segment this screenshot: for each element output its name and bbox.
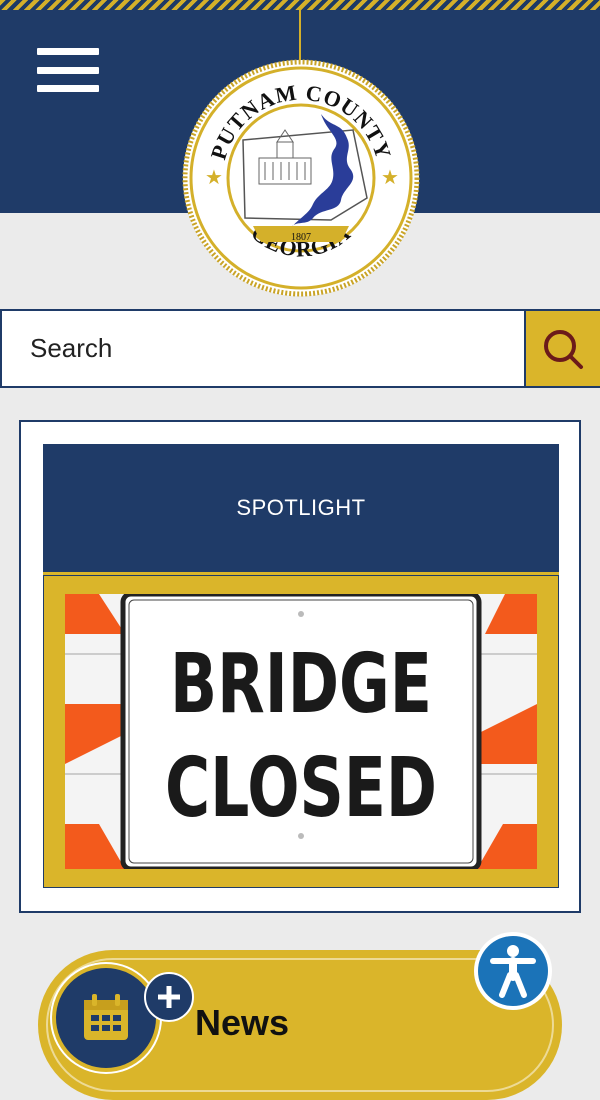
spotlight-heading: SPOTLIGHT [43, 444, 559, 575]
news-label: News [195, 1002, 290, 1043]
sign-text-bridge: BRIDGE [170, 637, 432, 732]
search-bar [0, 309, 600, 388]
top-decorative-stripe [0, 0, 600, 10]
news-icon-circle [56, 968, 156, 1068]
seal-hanger-line [299, 10, 301, 60]
seal-year: 1807 [291, 232, 311, 243]
seal-star-left: ★ [205, 165, 223, 189]
barricade-left [65, 594, 129, 869]
search-input[interactable] [0, 309, 553, 388]
search-icon [544, 329, 583, 369]
accessibility-button[interactable] [474, 932, 552, 1010]
plus-icon [144, 972, 194, 1022]
sign-text-closed: CLOSED [165, 741, 437, 836]
county-seal-logo[interactable]: PUTNAM COUNTY GEORGIA ★ ★ 1807 [181, 58, 421, 298]
spotlight-image[interactable]: BRIDGE CLOSED [43, 575, 559, 888]
search-button[interactable] [524, 309, 600, 388]
barricade-right [473, 594, 537, 869]
accessibility-icon [490, 945, 536, 998]
calendar-icon [84, 994, 128, 1040]
hamburger-menu-icon[interactable] [37, 48, 99, 92]
seal-star-right: ★ [381, 165, 399, 189]
spotlight-card: SPOTLIGHT BRIDGE CLOSED [19, 420, 581, 913]
